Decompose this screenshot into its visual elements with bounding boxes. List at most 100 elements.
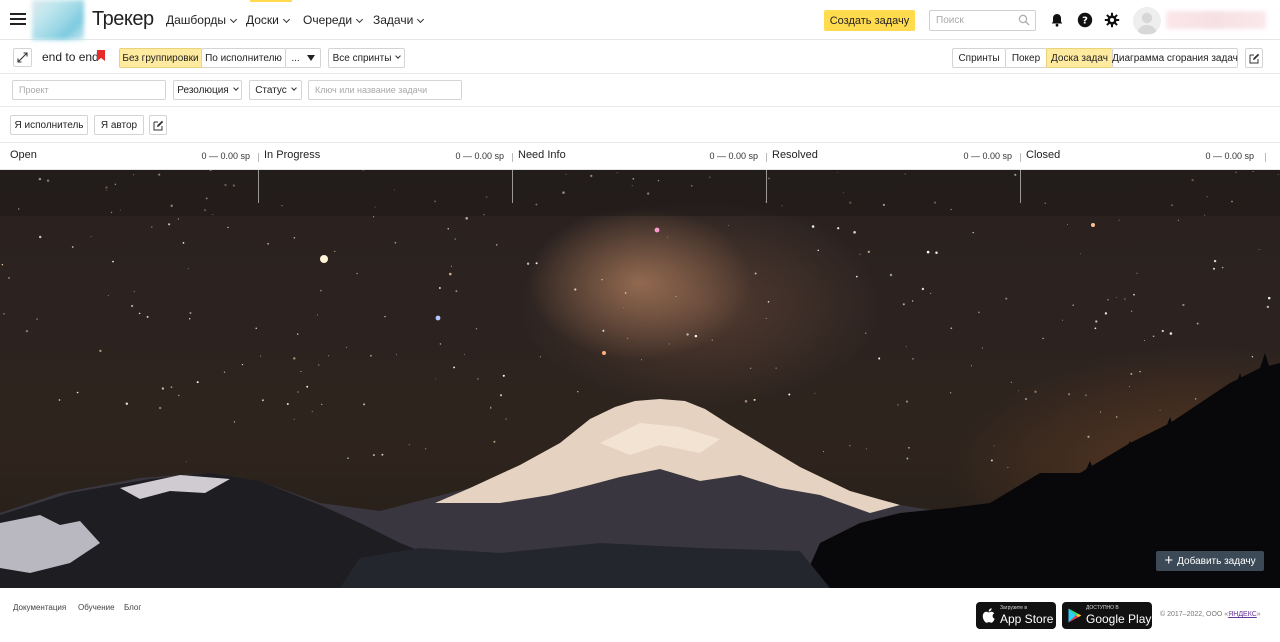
nav-boards[interactable]: Доски xyxy=(246,13,290,27)
edit-board-button[interactable] xyxy=(1245,48,1263,68)
bookmark-icon[interactable] xyxy=(97,50,105,61)
star xyxy=(447,228,449,230)
edit-icon xyxy=(153,120,163,130)
tab-task-board[interactable]: Доска задач xyxy=(1046,48,1113,68)
star xyxy=(138,312,141,315)
star xyxy=(297,333,299,335)
star xyxy=(182,242,185,244)
add-task-button[interactable]: + Добавить задачу xyxy=(1156,551,1264,571)
star xyxy=(1005,297,1008,300)
column-divider xyxy=(1020,170,1021,203)
menu-icon[interactable] xyxy=(10,11,26,27)
gear-icon[interactable] xyxy=(1104,12,1120,28)
tab-sprints[interactable]: Спринты xyxy=(952,48,1006,68)
chevron-down-icon xyxy=(417,15,425,24)
column-resolved-title: Resolved xyxy=(772,149,818,161)
tab-poker[interactable]: Покер xyxy=(1005,48,1047,68)
search-icon[interactable] xyxy=(1018,14,1030,26)
logo-text[interactable]: Трекер xyxy=(92,8,154,31)
star xyxy=(912,358,914,360)
footer-link-learning[interactable]: Обучение xyxy=(78,603,115,612)
star xyxy=(1169,332,1173,335)
star xyxy=(859,253,861,255)
star xyxy=(535,262,538,265)
app-store-badge[interactable]: Загрузите в App Store xyxy=(976,602,1056,629)
star xyxy=(196,381,199,384)
star xyxy=(170,386,173,389)
star xyxy=(867,250,870,254)
star xyxy=(1018,390,1020,392)
create-task-button[interactable]: Создать задачу xyxy=(824,10,915,31)
star xyxy=(668,343,670,345)
star xyxy=(233,421,236,423)
star xyxy=(667,236,668,238)
user-name[interactable] xyxy=(1166,11,1266,29)
star xyxy=(334,250,336,253)
plus-icon: + xyxy=(1164,552,1174,569)
star xyxy=(328,355,330,357)
star xyxy=(727,225,729,227)
star xyxy=(107,295,109,297)
star xyxy=(817,249,819,252)
google-play-badge[interactable]: ДОСТУПНО В Google Play xyxy=(1062,602,1152,629)
google-play-icon xyxy=(1068,608,1082,623)
star xyxy=(424,448,427,450)
google-play-caption: ДОСТУПНО В xyxy=(1086,605,1119,611)
star xyxy=(1094,327,1097,330)
sprints-dropdown[interactable]: Все спринты xyxy=(328,48,405,68)
footer-link-docs[interactable]: Документация xyxy=(13,603,66,612)
nav-dashboards[interactable]: Дашборды xyxy=(166,13,238,27)
star xyxy=(811,225,815,228)
avatar[interactable] xyxy=(1133,7,1161,35)
edit-filters-button[interactable] xyxy=(149,115,167,135)
chevron-down-icon xyxy=(282,15,290,24)
task-key-search-input[interactable] xyxy=(308,80,462,100)
logo[interactable] xyxy=(32,0,84,40)
footer-link-blog[interactable]: Блог xyxy=(124,603,141,612)
bell-icon[interactable] xyxy=(1049,12,1065,28)
star xyxy=(1159,409,1161,411)
chevron-down-icon xyxy=(395,53,402,59)
star xyxy=(753,398,756,401)
quick-filter-bar xyxy=(0,107,1280,143)
yandex-link[interactable]: ЯНДЕКС xyxy=(1228,611,1257,618)
app-store-caption: Загрузите в xyxy=(1000,605,1027,611)
star xyxy=(261,399,264,402)
star xyxy=(505,418,507,420)
star xyxy=(463,353,465,355)
star xyxy=(1177,219,1179,221)
star xyxy=(58,399,61,401)
star xyxy=(993,445,995,447)
help-icon[interactable]: ? xyxy=(1077,12,1093,28)
i-am-assignee-button[interactable]: Я исполнитель xyxy=(10,115,88,135)
grouping-more-dropdown[interactable]: ... xyxy=(285,48,321,68)
nav-boards-label: Доски xyxy=(246,13,279,27)
star xyxy=(1194,398,1197,400)
nav-queues[interactable]: Очереди xyxy=(303,13,364,27)
nav-tasks[interactable]: Задачи xyxy=(373,13,425,27)
column-separator xyxy=(1265,153,1266,162)
star xyxy=(902,303,905,306)
star xyxy=(1067,223,1069,225)
star xyxy=(178,394,180,397)
star xyxy=(177,218,179,220)
copyright: © 2017–2022, ООО «ЯНДЕКС» xyxy=(1160,611,1261,618)
star xyxy=(373,216,375,218)
star xyxy=(1010,381,1013,383)
star xyxy=(381,453,384,456)
i-am-author-button[interactable]: Я автор xyxy=(94,115,144,135)
star xyxy=(624,292,627,294)
status-dropdown[interactable]: Статус xyxy=(249,80,302,100)
group-by-assignee-button[interactable]: По исполнителю xyxy=(201,48,286,68)
nav-tasks-label: Задачи xyxy=(373,13,414,27)
star xyxy=(241,363,244,366)
project-input[interactable] xyxy=(12,80,166,100)
expand-button[interactable] xyxy=(13,48,32,67)
star xyxy=(475,328,478,330)
star xyxy=(1095,320,1098,323)
no-grouping-button[interactable]: Без группировки xyxy=(119,48,202,68)
star xyxy=(293,237,296,239)
star xyxy=(1152,335,1155,338)
tab-burndown-chart[interactable]: Диаграмма сгорания задач xyxy=(1112,48,1238,68)
resolution-dropdown[interactable]: Резолюция xyxy=(173,80,242,100)
